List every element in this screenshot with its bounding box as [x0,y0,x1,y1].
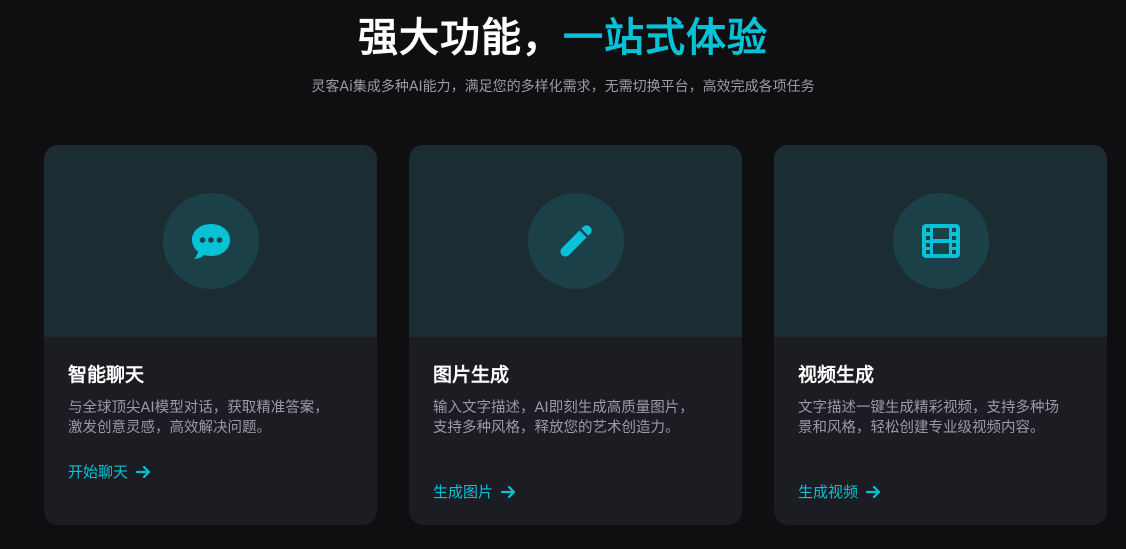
feature-card-chat: 智能聊天 与全球顶尖AI模型对话，获取精准答案，激发创意灵感，高效解决问题。 开… [44,145,377,525]
generate-image-link[interactable]: 生成图片 [433,481,516,503]
page-title: 强大功能，一站式体验 [0,10,1126,66]
card-banner [44,145,377,337]
icon-circle [893,193,989,289]
card-description: 输入文字描述，AI即刻生成高质量图片，支持多种风格，释放您的艺术创造力。 [433,400,694,436]
link-label: 生成图片 [433,483,494,501]
link-label: 生成视频 [798,483,859,501]
arrow-right-icon [501,485,516,499]
card-title: 智能聊天 [68,364,145,386]
title-main: 强大功能， [358,15,563,61]
card-banner [409,145,742,337]
page-subtitle: 灵客Ai集成多种AI能力，满足您的多样化需求，无需切换平台，高效完成各项任务 [311,79,815,95]
feature-card-video: 视频生成 文字描述一键生成精彩视频，支持多种场景和风格，轻松创建专业级视频内容。… [774,145,1107,525]
chat-bubble-icon [192,224,230,259]
icon-circle [528,193,624,289]
feature-card-image: 图片生成 输入文字描述，AI即刻生成高质量图片，支持多种风格，释放您的艺术创造力… [409,145,742,525]
icon-circle [163,193,259,289]
card-description: 与全球顶尖AI模型对话，获取精准答案，激发创意灵感，高效解决问题。 [68,400,329,436]
arrow-right-icon [866,485,881,499]
link-label: 开始聊天 [68,463,129,481]
card-description: 文字描述一键生成精彩视频，支持多种场景和风格，轻松创建专业级视频内容。 [798,400,1059,436]
card-banner [774,145,1107,337]
card-title: 图片生成 [433,364,510,386]
start-chat-link[interactable]: 开始聊天 [68,461,151,483]
film-icon [922,224,960,258]
arrow-right-icon [136,465,151,479]
card-title: 视频生成 [798,364,875,386]
title-accent: 一站式体验 [563,15,768,61]
generate-video-link[interactable]: 生成视频 [798,481,881,503]
pen-icon [560,225,592,257]
